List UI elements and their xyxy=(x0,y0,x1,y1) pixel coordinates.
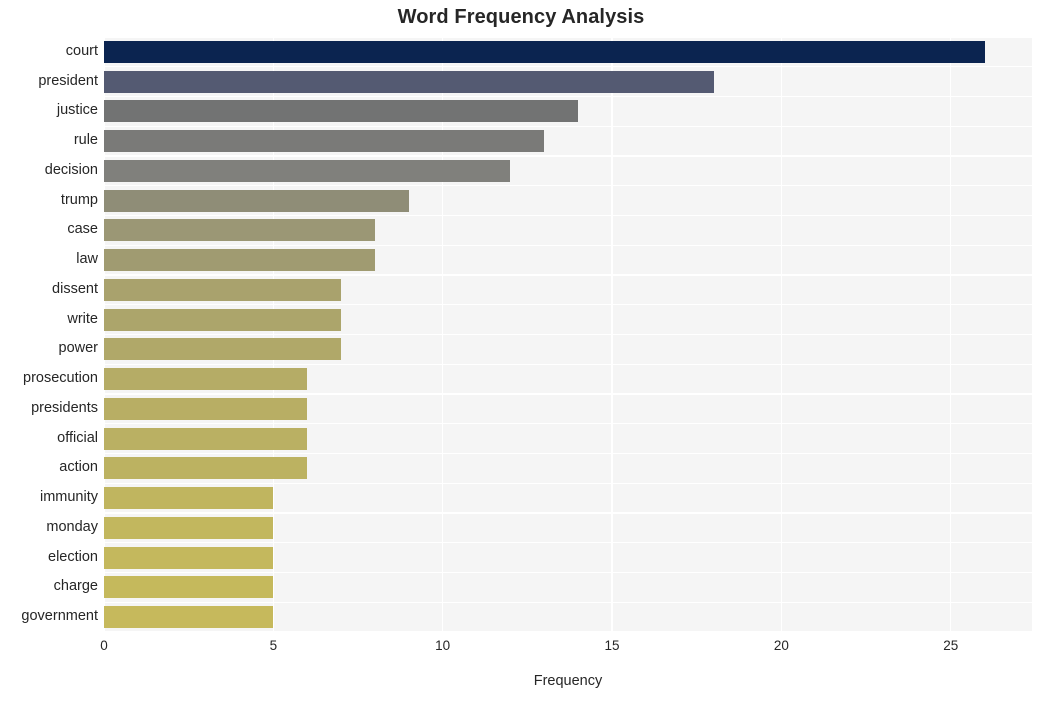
y-tick-label-trump: trump xyxy=(60,191,98,208)
word-frequency-bar-chart: Word Frequency Analysis court president ju… xyxy=(0,0,1042,701)
bar-action xyxy=(104,457,308,480)
y-tick-label-justice: justice xyxy=(56,102,98,119)
bar-case xyxy=(104,219,375,242)
bar-prosecution xyxy=(104,368,308,391)
x-tick-label-10: 10 xyxy=(435,638,451,653)
y-tick-label-write: write xyxy=(67,310,98,327)
y-tick-label-immunity: immunity xyxy=(39,489,98,506)
y-tick-label-action: action xyxy=(59,459,98,476)
chart-title: Word Frequency Analysis xyxy=(397,6,645,28)
y-tick-label-dissent: dissent xyxy=(52,280,98,297)
y-tick-label-court: court xyxy=(65,42,98,59)
x-tick-label-15: 15 xyxy=(604,638,620,653)
x-axis-label: Frequency xyxy=(533,673,603,689)
bar-election xyxy=(104,546,274,569)
y-tick-label-rule: rule xyxy=(73,132,98,149)
bar-charge xyxy=(104,576,274,599)
bar-court xyxy=(104,40,985,63)
bar-trump xyxy=(104,189,409,212)
bar-monday xyxy=(104,516,274,539)
y-tick-label-election: election xyxy=(48,548,98,565)
bar-write xyxy=(104,308,342,331)
bar-justice xyxy=(104,100,579,123)
y-tick-label-presidents: presidents xyxy=(31,399,98,416)
x-tick-label-25: 25 xyxy=(943,638,959,653)
y-tick-label-official: official xyxy=(57,429,98,446)
bar-rule xyxy=(104,130,545,153)
y-axis-tick-labels: court president justice rule decision trump ca… xyxy=(0,37,98,632)
y-tick-label-president: president xyxy=(38,72,98,89)
bar-power xyxy=(104,338,342,361)
x-tick-label-20: 20 xyxy=(773,638,789,653)
bar-immunity xyxy=(104,487,274,510)
bar-dissent xyxy=(104,278,342,301)
bar-decision xyxy=(104,159,511,182)
y-tick-label-prosecution: prosecution xyxy=(23,370,98,387)
bar-president xyxy=(104,70,714,93)
y-tick-label-charge: charge xyxy=(53,578,98,595)
bars-layer xyxy=(104,37,1032,632)
y-tick-label-monday: monday xyxy=(46,518,98,535)
y-tick-label-law: law xyxy=(76,251,98,268)
x-tick-label-5: 5 xyxy=(269,638,278,653)
y-tick-label-government: government xyxy=(21,608,98,625)
bar-law xyxy=(104,249,375,272)
bar-presidents xyxy=(104,397,308,420)
bar-government xyxy=(104,606,274,629)
bar-official xyxy=(104,427,308,450)
x-axis-tick-labels: 0 5 10 15 20 25 xyxy=(0,638,1042,662)
plot-area xyxy=(103,36,1032,633)
y-tick-label-decision: decision xyxy=(44,161,98,178)
y-tick-label-power: power xyxy=(58,340,99,357)
x-tick-label-0: 0 xyxy=(100,638,108,653)
y-tick-label-case: case xyxy=(67,221,98,238)
